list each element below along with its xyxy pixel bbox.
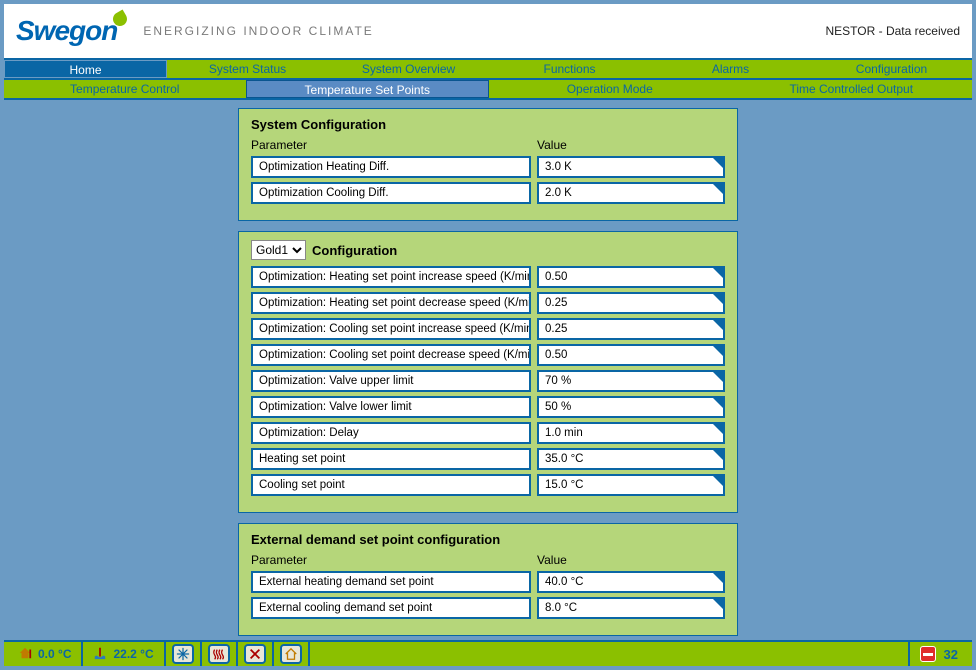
panel-unit-config: Gold1 Configuration Optimization: Heatin… <box>238 231 738 513</box>
cancel-icon <box>244 644 266 664</box>
stop-icon <box>920 646 936 662</box>
value-cell[interactable]: 0.25 <box>537 318 725 340</box>
param-cell: Optimization: Cooling set point increase… <box>251 318 531 340</box>
panel-headers: Parameter Value <box>251 553 725 567</box>
column-header-parameter: Parameter <box>251 553 537 567</box>
value-cell[interactable]: 3.0 K <box>537 156 725 178</box>
param-row: Optimization: Cooling set point increase… <box>251 318 725 340</box>
house-icon <box>280 644 302 664</box>
value-cell[interactable]: 2.0 K <box>537 182 725 204</box>
panel-system-config: System Configuration Parameter Value Opt… <box>238 108 738 221</box>
param-row: Optimization: Cooling set point decrease… <box>251 344 725 366</box>
panel-external-config: External demand set point configuration … <box>238 523 738 636</box>
param-row: Optimization: Valve upper limit 70 % <box>251 370 725 392</box>
value-cell[interactable]: 15.0 °C <box>537 474 725 496</box>
param-cell: Heating set point <box>251 448 531 470</box>
param-row: External cooling demand set point 8.0 °C <box>251 597 725 619</box>
param-row: Optimization: Delay 1.0 min <box>251 422 725 444</box>
param-cell: Optimization Cooling Diff. <box>251 182 531 204</box>
sub-nav-item-temperature-control[interactable]: Temperature Control <box>4 80 246 98</box>
footer-water-temp: 22.2 °C <box>83 642 165 666</box>
param-row: Optimization Heating Diff. 3.0 K <box>251 156 725 178</box>
column-header-value: Value <box>537 553 725 567</box>
water-temp-value: 22.2 °C <box>113 647 153 661</box>
param-cell: Optimization: Valve lower limit <box>251 396 531 418</box>
param-row: Heating set point 35.0 °C <box>251 448 725 470</box>
radiator-icon <box>208 644 230 664</box>
house-thermo-icon <box>18 646 32 663</box>
param-row: Cooling set point 15.0 °C <box>251 474 725 496</box>
main-nav-item-system-status[interactable]: System Status <box>167 60 328 78</box>
param-row: Optimization: Heating set point increase… <box>251 266 725 288</box>
main-nav-item-functions[interactable]: Functions <box>489 60 650 78</box>
sub-nav-item-time-controlled-output[interactable]: Time Controlled Output <box>731 80 973 98</box>
column-header-value: Value <box>537 138 725 152</box>
water-thermo-icon <box>93 646 107 663</box>
footer: 0.0 °C 22.2 °C <box>4 640 972 666</box>
param-cell: Optimization: Cooling set point decrease… <box>251 344 531 366</box>
param-cell: Optimization: Valve upper limit <box>251 370 531 392</box>
param-row: External heating demand set point 40.0 °C <box>251 571 725 593</box>
value-cell[interactable]: 40.0 °C <box>537 571 725 593</box>
param-cell: Optimization: Heating set point decrease… <box>251 292 531 314</box>
panel-title: System Configuration <box>251 117 725 132</box>
param-cell: Optimization: Heating set point increase… <box>251 266 531 288</box>
logo: Swegon <box>16 15 131 47</box>
param-cell: Cooling set point <box>251 474 531 496</box>
panel-title: Gold1 Configuration <box>251 240 725 260</box>
main-nav-item-configuration[interactable]: Configuration <box>811 60 972 78</box>
value-cell[interactable]: 1.0 min <box>537 422 725 444</box>
outdoor-temp-value: 0.0 °C <box>38 647 71 661</box>
snowflake-icon <box>172 644 194 664</box>
value-cell[interactable]: 0.25 <box>537 292 725 314</box>
home-button[interactable] <box>274 642 310 666</box>
tagline: ENERGIZING INDOOR CLIMATE <box>143 24 373 38</box>
column-header-parameter: Parameter <box>251 138 537 152</box>
value-cell[interactable]: 35.0 °C <box>537 448 725 470</box>
connection-status: NESTOR - Data received <box>826 24 961 38</box>
panel-headers: Parameter Value <box>251 138 725 152</box>
param-cell: External heating demand set point <box>251 571 531 593</box>
heat-mode-button[interactable] <box>202 642 238 666</box>
value-cell[interactable]: 0.50 <box>537 266 725 288</box>
main-nav-item-alarms[interactable]: Alarms <box>650 60 811 78</box>
param-cell: Optimization Heating Diff. <box>251 156 531 178</box>
footer-outdoor-temp: 0.0 °C <box>8 642 83 666</box>
param-cell: Optimization: Delay <box>251 422 531 444</box>
cool-mode-button[interactable] <box>166 642 202 666</box>
sub-nav-item-operation-mode[interactable]: Operation Mode <box>489 80 731 98</box>
param-row: Optimization: Valve lower limit 50 % <box>251 396 725 418</box>
param-row: Optimization Cooling Diff. 2.0 K <box>251 182 725 204</box>
value-cell[interactable]: 50 % <box>537 396 725 418</box>
unit-selector[interactable]: Gold1 <box>251 240 306 260</box>
panel-title: External demand set point configuration <box>251 532 725 547</box>
config-title-text: Configuration <box>312 243 397 258</box>
alarm-count: 32 <box>944 647 958 662</box>
main-nav: HomeSystem StatusSystem OverviewFunction… <box>4 58 972 80</box>
main-nav-item-home[interactable]: Home <box>4 60 167 78</box>
alarm-indicator[interactable]: 32 <box>910 646 968 662</box>
param-cell: External cooling demand set point <box>251 597 531 619</box>
value-cell[interactable]: 8.0 °C <box>537 597 725 619</box>
disable-button[interactable] <box>238 642 274 666</box>
sub-nav: Temperature ControlTemperature Set Point… <box>4 80 972 100</box>
main-nav-item-system-overview[interactable]: System Overview <box>328 60 489 78</box>
value-cell[interactable]: 0.50 <box>537 344 725 366</box>
value-cell[interactable]: 70 % <box>537 370 725 392</box>
header: Swegon ENERGIZING INDOOR CLIMATE NESTOR … <box>4 4 972 58</box>
content-area: System Configuration Parameter Value Opt… <box>4 100 972 640</box>
param-row: Optimization: Heating set point decrease… <box>251 292 725 314</box>
sub-nav-item-temperature-set-points[interactable]: Temperature Set Points <box>246 80 490 98</box>
